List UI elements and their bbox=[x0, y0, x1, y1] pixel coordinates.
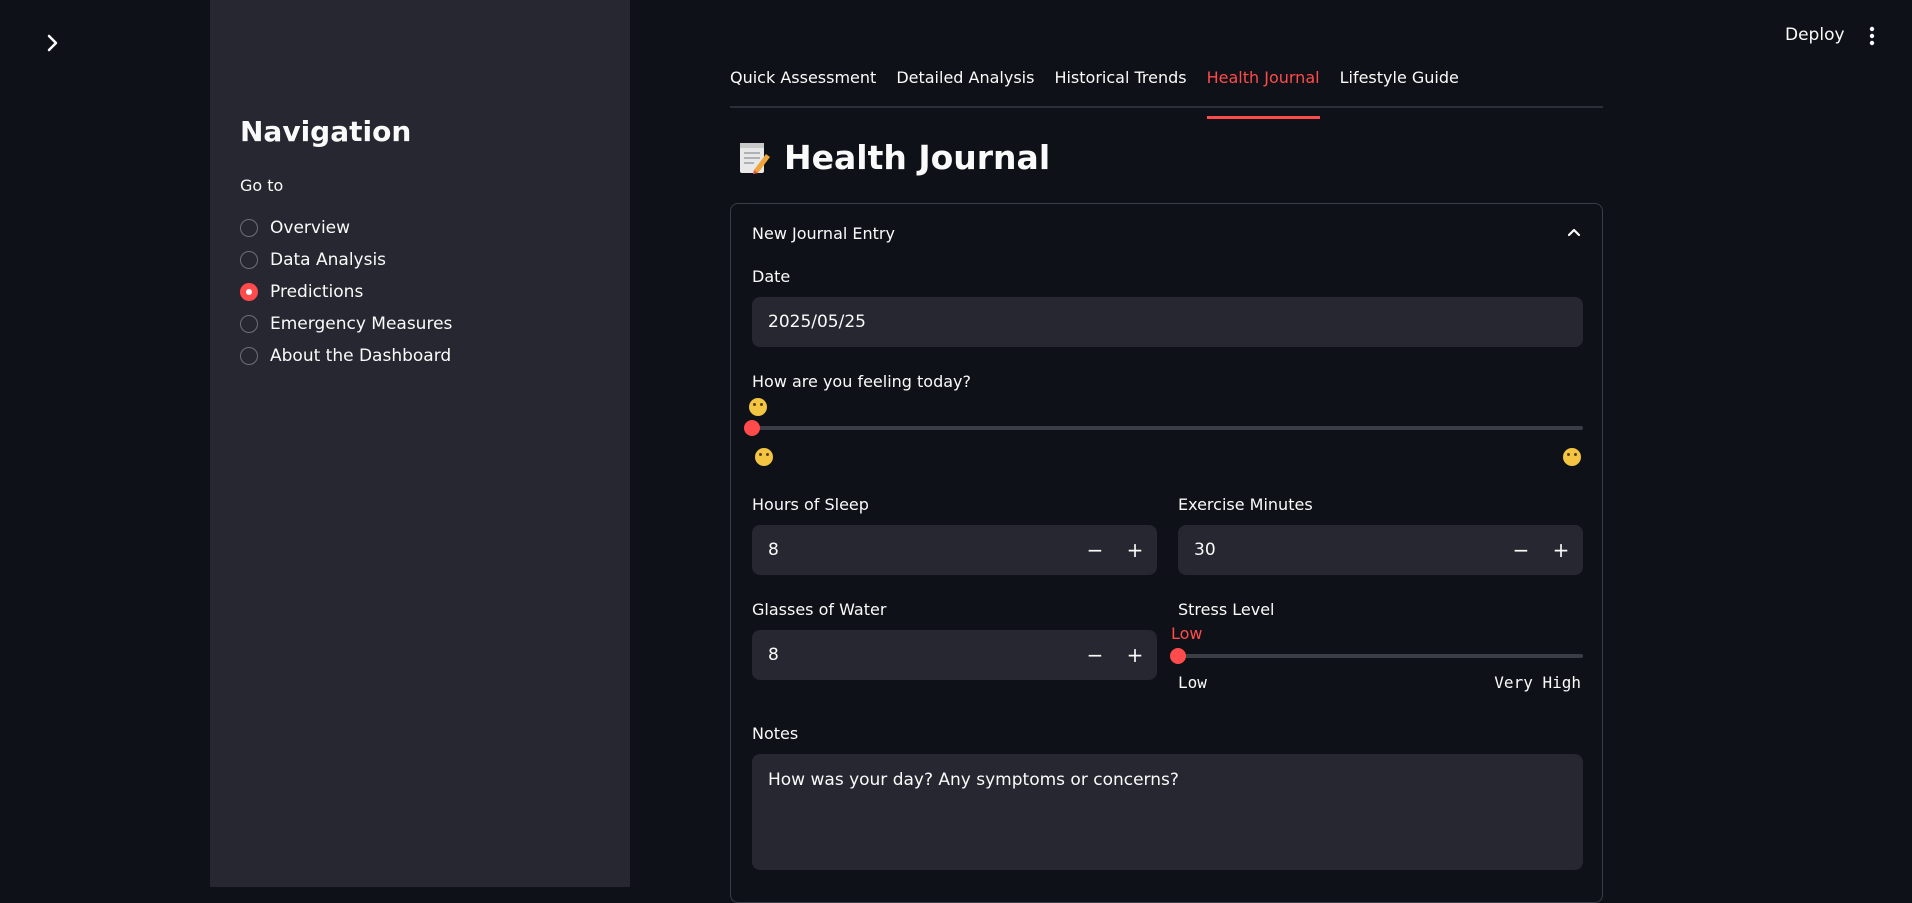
smiling-face-icon bbox=[1563, 448, 1581, 466]
mood-label: How are you feeling today? bbox=[752, 372, 972, 391]
notes-textarea[interactable]: How was your day? Any symptoms or concer… bbox=[752, 754, 1583, 870]
stress-slider-thumb[interactable] bbox=[1170, 648, 1186, 664]
increment-button[interactable]: + bbox=[1117, 525, 1153, 575]
collapse-expander-button[interactable] bbox=[1566, 224, 1582, 244]
stress-slider-track[interactable] bbox=[1178, 654, 1583, 658]
nav-option-label: Data Analysis bbox=[270, 250, 387, 270]
page-title-text: Health Journal bbox=[784, 138, 1051, 177]
tab-detailed-analysis[interactable]: Detailed Analysis bbox=[896, 60, 1034, 106]
deploy-button[interactable]: Deploy bbox=[1785, 25, 1845, 45]
increment-button[interactable]: + bbox=[1117, 630, 1153, 680]
sidebar: Navigation Go to Overview Data Analysis … bbox=[210, 0, 630, 887]
water-value: 8 bbox=[768, 645, 779, 665]
sidebar-title: Navigation bbox=[240, 115, 412, 148]
stress-max-label: Very High bbox=[1494, 673, 1581, 692]
tab-historical-trends[interactable]: Historical Trends bbox=[1054, 60, 1186, 106]
kebab-menu-icon bbox=[1869, 26, 1875, 46]
nav-option-about-dashboard[interactable]: About the Dashboard bbox=[240, 340, 452, 372]
memo-icon bbox=[740, 142, 770, 174]
stress-current-value: Low bbox=[1171, 624, 1203, 643]
mood-slider-track[interactable] bbox=[752, 426, 1583, 430]
nav-option-label: About the Dashboard bbox=[270, 346, 452, 366]
radio-group-label: Go to bbox=[240, 176, 284, 195]
page-title: Health Journal bbox=[738, 138, 1050, 177]
decrement-button[interactable]: − bbox=[1077, 630, 1113, 680]
nav-option-label: Emergency Measures bbox=[270, 314, 453, 334]
notes-label: Notes bbox=[752, 724, 799, 743]
water-label: Glasses of Water bbox=[752, 600, 887, 619]
flushed-face-icon bbox=[749, 398, 767, 416]
stress-label: Stress Level bbox=[1178, 600, 1275, 619]
tab-health-journal[interactable]: Health Journal bbox=[1206, 60, 1320, 119]
sleep-label: Hours of Sleep bbox=[752, 495, 869, 514]
nav-option-predictions[interactable]: Predictions bbox=[240, 276, 452, 308]
expand-sidebar-button[interactable] bbox=[38, 28, 68, 58]
increment-button[interactable]: + bbox=[1543, 525, 1579, 575]
expander-title[interactable]: New Journal Entry bbox=[752, 224, 895, 243]
tab-quick-assessment[interactable]: Quick Assessment bbox=[730, 60, 876, 106]
decrement-button[interactable]: − bbox=[1077, 525, 1113, 575]
flushed-face-icon bbox=[755, 448, 773, 466]
mood-slider-thumb[interactable] bbox=[744, 420, 760, 436]
radio-button[interactable] bbox=[240, 251, 258, 269]
water-stepper[interactable]: 8 − + bbox=[752, 630, 1157, 680]
sleep-value: 8 bbox=[768, 540, 779, 560]
exercise-label: Exercise Minutes bbox=[1178, 495, 1313, 514]
exercise-stepper[interactable]: 30 − + bbox=[1178, 525, 1583, 575]
exercise-value: 30 bbox=[1194, 540, 1216, 560]
stress-min-label: Low bbox=[1178, 673, 1207, 692]
date-label: Date bbox=[752, 267, 791, 286]
radio-button[interactable] bbox=[240, 315, 258, 333]
journal-entry-expander: New Journal Entry Date 2025/05/25 How ar… bbox=[730, 203, 1603, 903]
decrement-button[interactable]: − bbox=[1503, 525, 1539, 575]
tab-bar: Quick Assessment Detailed Analysis Histo… bbox=[730, 60, 1603, 119]
nav-option-emergency-measures[interactable]: Emergency Measures bbox=[240, 308, 452, 340]
date-input[interactable]: 2025/05/25 bbox=[752, 297, 1583, 347]
notes-placeholder: How was your day? Any symptoms or concer… bbox=[768, 770, 1179, 790]
chevron-right-icon bbox=[47, 34, 58, 52]
radio-button[interactable] bbox=[240, 219, 258, 237]
main-menu-button[interactable] bbox=[1866, 24, 1878, 48]
nav-option-overview[interactable]: Overview bbox=[240, 212, 452, 244]
tab-lifestyle-guide[interactable]: Lifestyle Guide bbox=[1340, 60, 1459, 106]
nav-option-label: Predictions bbox=[270, 282, 364, 302]
sleep-stepper[interactable]: 8 − + bbox=[752, 525, 1157, 575]
chevron-up-icon bbox=[1567, 228, 1581, 237]
date-value: 2025/05/25 bbox=[768, 312, 866, 332]
radio-button[interactable] bbox=[240, 347, 258, 365]
nav-option-data-analysis[interactable]: Data Analysis bbox=[240, 244, 452, 276]
radio-button-selected[interactable] bbox=[240, 283, 258, 301]
nav-option-label: Overview bbox=[270, 218, 351, 238]
nav-radio-group: Overview Data Analysis Predictions Emerg… bbox=[240, 212, 452, 372]
